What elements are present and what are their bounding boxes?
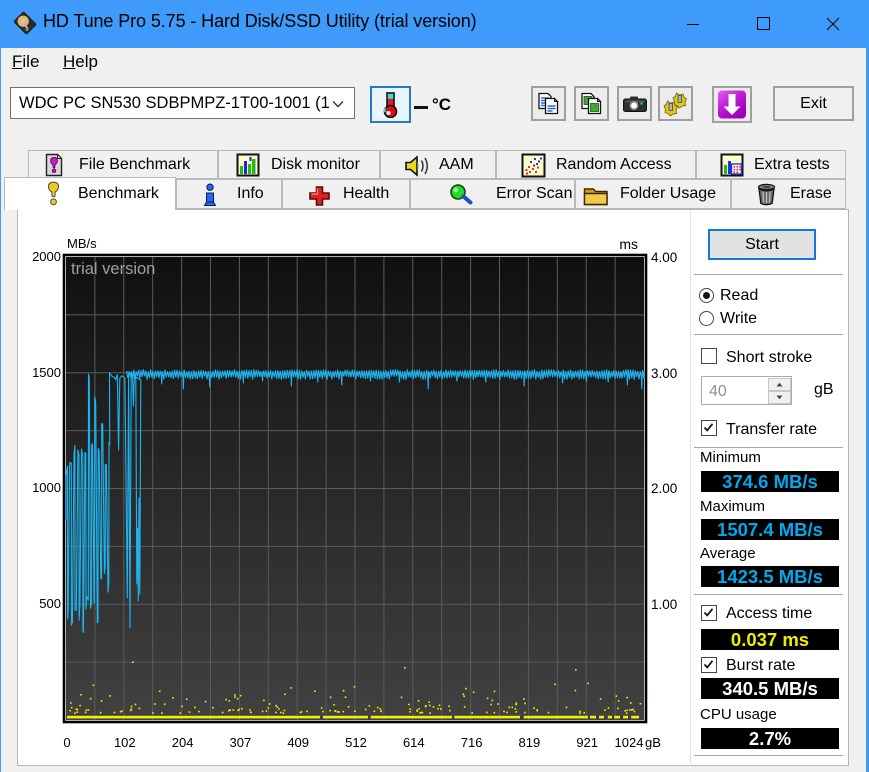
svg-text:trial version: trial version bbox=[71, 260, 155, 278]
